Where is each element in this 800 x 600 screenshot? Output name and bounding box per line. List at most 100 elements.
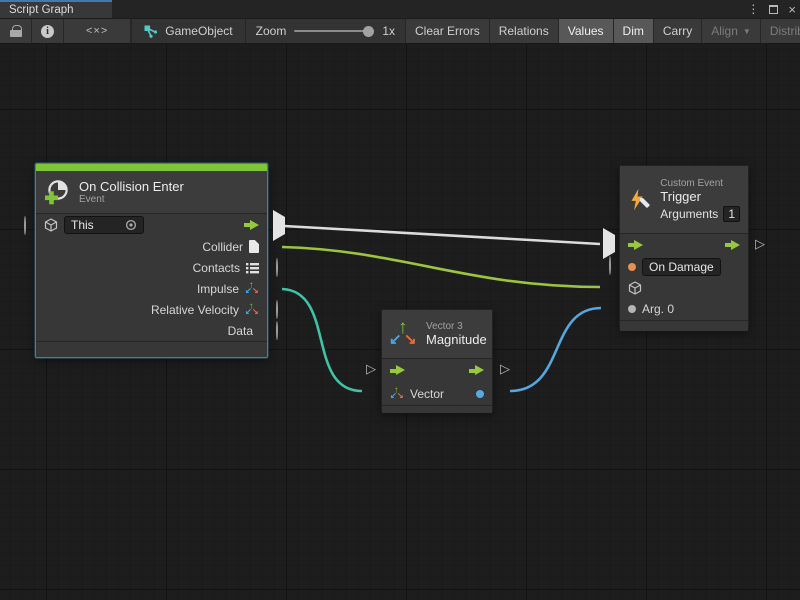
zoom-slider-handle[interactable]: [363, 26, 374, 37]
row-flow: [382, 359, 492, 382]
graph-owner-label: GameObject: [165, 24, 232, 38]
collider-label: Collider: [202, 240, 243, 254]
list-icon: [246, 262, 259, 274]
flow-in-arrow-icon: [390, 365, 405, 376]
align-dropdown[interactable]: Align ▼: [702, 19, 761, 43]
values-toggle[interactable]: Values: [559, 19, 614, 43]
dim-toggle[interactable]: Dim: [614, 19, 654, 43]
node-subtitle: Event: [79, 194, 184, 205]
script-graph-window: Script Graph ⋮ × i <×> GameObject Zoom: [0, 0, 800, 600]
row-arg0: Arg. 0: [620, 298, 748, 320]
node-header[interactable]: ↑↙↘ Vector 3 Magnitude: [382, 310, 492, 358]
wire-magnitude[interactable]: [510, 308, 601, 391]
string-port-dot: [628, 263, 636, 271]
lock-icon: [9, 25, 22, 38]
node-trigger-custom-event[interactable]: Custom Event Trigger Arguments 1: [619, 165, 749, 330]
distribute-dropdown[interactable]: Distribute ▼: [761, 19, 800, 43]
event-bar: [36, 164, 267, 171]
wire-collider[interactable]: [282, 247, 600, 287]
vector3-icon: ↑↙↘: [390, 321, 418, 348]
window-menu-icon[interactable]: ⋮: [747, 3, 759, 15]
tab-label: Script Graph: [9, 4, 74, 16]
toolbar: i <×> GameObject Zoom 1x Clear Errors Re…: [0, 18, 800, 44]
node-footer: [382, 405, 492, 413]
row-impulse: Impulse ↑↙↘: [36, 278, 267, 299]
close-icon[interactable]: ×: [788, 3, 796, 16]
wire-flow[interactable]: [284, 226, 600, 244]
port-relative-velocity-out[interactable]: [276, 301, 278, 319]
event-name-value: On Damage: [649, 260, 714, 274]
code-icon: <×>: [86, 25, 108, 37]
maximize-icon[interactable]: [769, 5, 778, 14]
float-output-dot: [476, 390, 484, 398]
node-kind-label: Custom Event: [660, 178, 740, 189]
zoom-control: Zoom 1x: [246, 19, 406, 43]
flow-out-arrow-icon: [469, 365, 484, 376]
node-type-label: Vector 3: [426, 321, 487, 332]
flow-in-arrow-icon: [628, 240, 643, 251]
node-footer: [620, 320, 748, 331]
zoom-value: 1x: [382, 24, 395, 38]
arguments-label: Arguments: [660, 207, 718, 221]
row-collider: Collider: [36, 236, 267, 257]
vector-input-label: Vector: [410, 387, 444, 401]
port-data-out[interactable]: [276, 322, 278, 340]
script-graph-icon: [144, 25, 158, 38]
values-label: Values: [568, 24, 604, 38]
vector3-icon: ↑↙↘: [390, 387, 404, 400]
titlebar: Script Graph ⋮ ×: [0, 0, 800, 18]
relations-button[interactable]: Relations: [490, 19, 559, 43]
arguments-count-value: 1: [728, 207, 735, 221]
graph-canvas[interactable]: On Collision Enter Event This: [0, 44, 800, 600]
port-trigger-name-in[interactable]: [609, 257, 611, 275]
dim-label: Dim: [623, 24, 644, 38]
flow-out-arrow-icon: [244, 220, 259, 231]
carry-label: Carry: [663, 24, 692, 38]
lock-button[interactable]: [0, 19, 32, 43]
relative-velocity-label: Relative Velocity: [151, 303, 239, 317]
port-collision-flow-out[interactable]: [273, 217, 285, 235]
node-magnitude[interactable]: ↑↙↘ Vector 3 Magnitude ↑↙↘ Vector: [381, 309, 493, 412]
clear-errors-label: Clear Errors: [415, 24, 480, 38]
self-target-value: This: [71, 218, 94, 232]
arguments-count-field[interactable]: 1: [723, 206, 740, 222]
chevron-down-icon: ▼: [743, 27, 751, 36]
port-collision-target-in[interactable]: [24, 217, 26, 235]
row-vector: ↑↙↘ Vector: [382, 382, 492, 405]
arg0-label: Arg. 0: [642, 302, 674, 316]
inspect-button[interactable]: i: [32, 19, 64, 43]
collider-doc-icon: [249, 240, 259, 253]
zoom-label: Zoom: [256, 24, 287, 38]
row-target: [620, 277, 748, 298]
object-picker-icon[interactable]: [125, 219, 137, 231]
arg0-port-dot: [628, 305, 636, 313]
node-footer: [36, 341, 267, 354]
node-header[interactable]: Custom Event Trigger Arguments 1: [620, 166, 748, 233]
self-target-field[interactable]: This: [64, 216, 144, 234]
clear-errors-button[interactable]: Clear Errors: [406, 19, 490, 43]
carry-toggle[interactable]: Carry: [654, 19, 702, 43]
tab-script-graph[interactable]: Script Graph: [0, 0, 112, 18]
port-contacts-out[interactable]: [276, 259, 278, 277]
node-header[interactable]: On Collision Enter Event: [36, 171, 267, 213]
port-trigger-flow-out[interactable]: ▷: [755, 235, 765, 253]
relations-label: Relations: [499, 24, 549, 38]
row-relative-velocity: Relative Velocity ↑↙↘: [36, 299, 267, 320]
node-on-collision-enter[interactable]: On Collision Enter Event This: [35, 163, 268, 358]
port-magnitude-flow-out[interactable]: ▷: [500, 360, 510, 378]
vector3-icon: ↑↙↘: [245, 303, 259, 316]
row-flow: [620, 234, 748, 256]
vector3-icon: ↑↙↘: [245, 282, 259, 295]
wire-impulse[interactable]: [282, 289, 362, 391]
edit-source-button[interactable]: <×>: [64, 19, 131, 43]
row-data: Data: [36, 320, 267, 341]
gameobject-cube-icon: [628, 281, 642, 295]
event-name-field[interactable]: On Damage: [642, 258, 721, 276]
port-trigger-flow-in[interactable]: [603, 235, 615, 253]
graph-owner[interactable]: GameObject: [132, 19, 245, 43]
info-icon: i: [41, 25, 54, 38]
port-magnitude-flow-in[interactable]: ▷: [366, 360, 376, 378]
zoom-slider[interactable]: [294, 30, 374, 32]
impulse-label: Impulse: [197, 282, 239, 296]
gameobject-cube-icon: [44, 218, 58, 232]
